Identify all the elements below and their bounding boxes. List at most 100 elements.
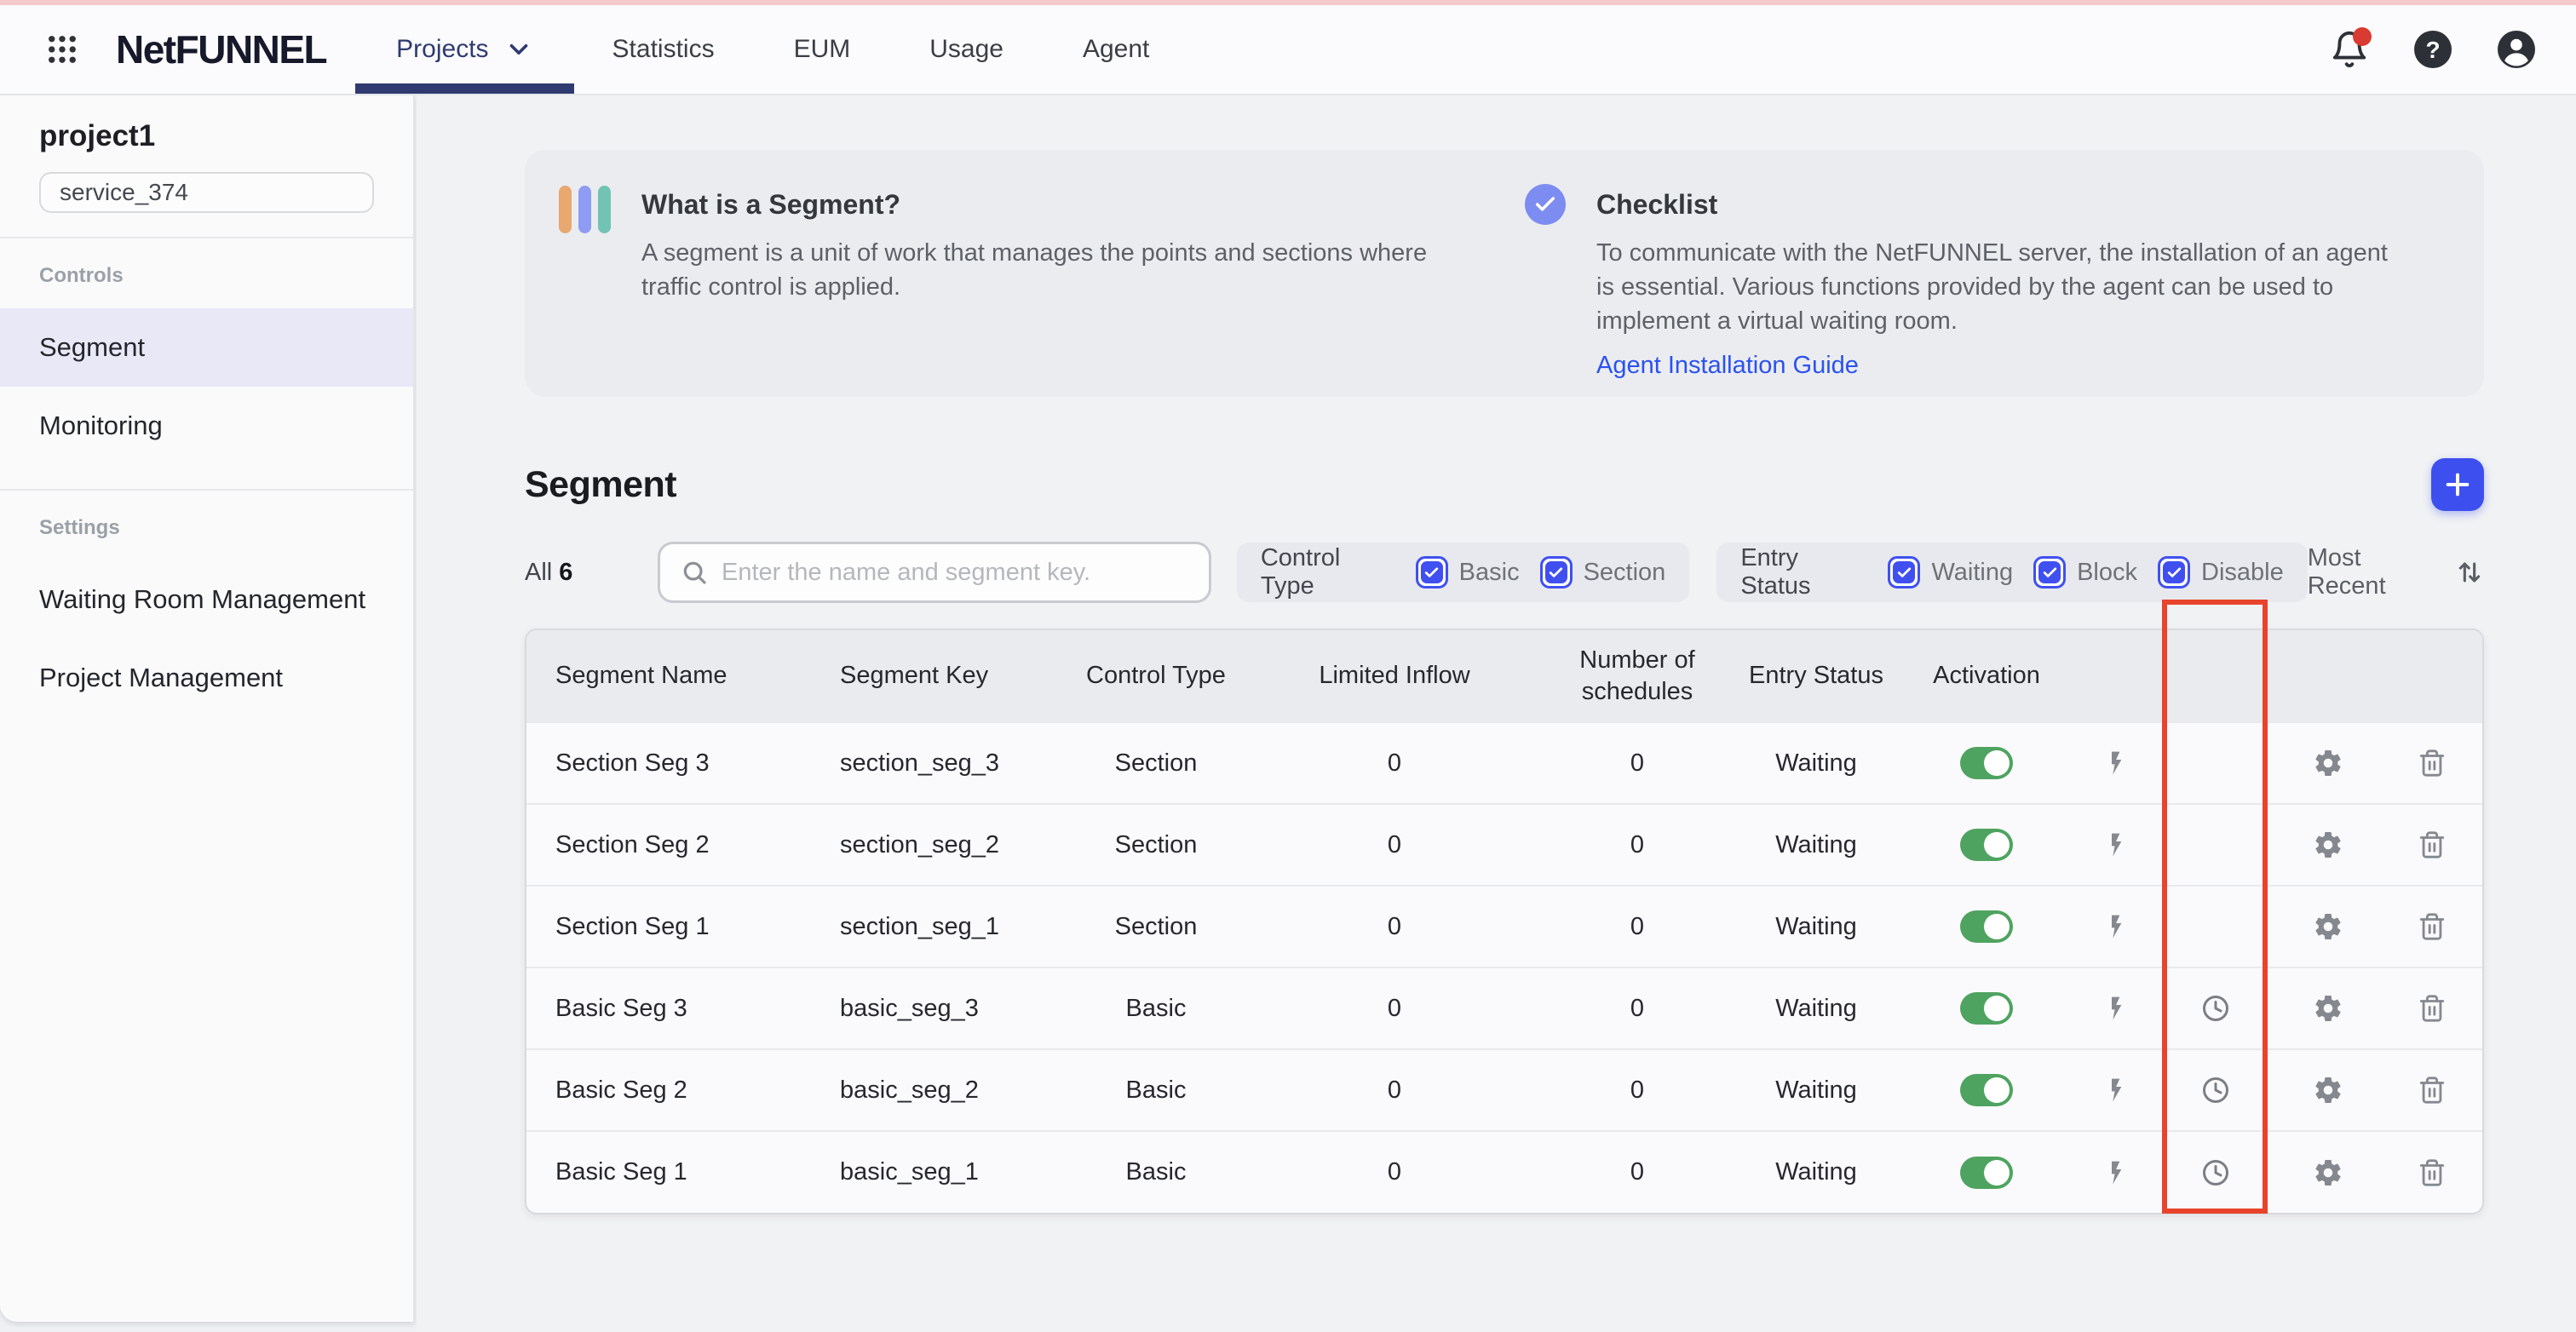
cell-segment-key: basic_seg_1 bbox=[811, 1131, 1058, 1213]
clock-icon[interactable] bbox=[2197, 990, 2234, 1027]
cell-entry-status: Waiting bbox=[1739, 886, 1893, 967]
cell-segment-name: Basic Seg 2 bbox=[526, 1049, 811, 1131]
flash-icon[interactable] bbox=[2098, 1071, 2136, 1109]
project-name: project1 bbox=[39, 119, 413, 153]
info-banner: What is a Segment? A segment is a unit o… bbox=[525, 150, 2484, 397]
cell-limited-inflow: 0 bbox=[1254, 1049, 1535, 1131]
flash-icon[interactable] bbox=[2098, 744, 2136, 782]
nav-item-projects[interactable]: Projects bbox=[355, 5, 573, 94]
add-segment-button[interactable] bbox=[2431, 458, 2484, 511]
cell-segment-key: section_seg_2 bbox=[811, 804, 1058, 886]
svg-text:?: ? bbox=[2425, 37, 2440, 63]
trash-icon[interactable] bbox=[2413, 1154, 2451, 1191]
sort-control[interactable]: Most Recent bbox=[2308, 544, 2484, 600]
trash-icon[interactable] bbox=[2413, 908, 2451, 945]
cell-limited-inflow: 0 bbox=[1254, 967, 1535, 1049]
trash-icon[interactable] bbox=[2413, 990, 2451, 1027]
sidebar-item-segment[interactable]: Segment bbox=[0, 308, 413, 387]
filter-checkbox-basic[interactable]: Basic bbox=[1416, 556, 1520, 588]
filter-checkbox-waiting[interactable]: Waiting bbox=[1888, 556, 2013, 588]
gear-icon[interactable] bbox=[2309, 826, 2347, 864]
sidebar-item-project-management[interactable]: Project Management bbox=[0, 639, 413, 717]
cell-segment-name: Section Seg 1 bbox=[526, 886, 811, 967]
table-row[interactable]: Basic Seg 3 basic_seg_3 Basic 0 0 Waitin… bbox=[526, 967, 2484, 1049]
service-selector[interactable]: service_374 bbox=[39, 172, 374, 213]
col-delete bbox=[2378, 630, 2484, 722]
profile-icon[interactable] bbox=[2496, 29, 2537, 70]
gear-icon[interactable] bbox=[2309, 1154, 2347, 1191]
search-icon bbox=[681, 559, 708, 586]
activation-toggle[interactable] bbox=[1960, 910, 2013, 943]
col-segment-name: Segment Name bbox=[526, 630, 811, 722]
sort-arrows-icon bbox=[2455, 558, 2484, 587]
table-header-row: Segment Name Segment Key Control Type Li… bbox=[526, 630, 2484, 722]
trash-icon[interactable] bbox=[2413, 1071, 2451, 1109]
nav-item-eum[interactable]: EUM bbox=[794, 5, 851, 94]
activation-toggle[interactable] bbox=[1960, 1157, 2013, 1189]
entry-status-filter: Entry Status Waiting Block bbox=[1716, 543, 2307, 602]
filter-bar: All 6 Control Type Basic bbox=[525, 542, 2484, 603]
search-input[interactable] bbox=[722, 559, 1192, 587]
checkbox-checked-icon bbox=[1416, 556, 1448, 588]
flash-icon[interactable] bbox=[2098, 1154, 2136, 1191]
activation-toggle[interactable] bbox=[1960, 1074, 2013, 1106]
cell-entry-status: Waiting bbox=[1739, 804, 1893, 886]
cell-entry-status: Waiting bbox=[1739, 1049, 1893, 1131]
flash-icon[interactable] bbox=[2098, 826, 2136, 864]
sidebar: project1 service_374 Controls Segment Mo… bbox=[0, 95, 415, 1322]
netfunnel-logo[interactable]: NetFUNNEL bbox=[116, 26, 326, 72]
filter-checkbox-block[interactable]: Block bbox=[2033, 556, 2137, 588]
page-title: Segment bbox=[525, 464, 676, 506]
segment-bars-icon bbox=[559, 186, 611, 233]
col-flash bbox=[2080, 630, 2153, 722]
col-entry-status: Entry Status bbox=[1739, 630, 1893, 722]
sidebar-item-monitoring[interactable]: Monitoring bbox=[0, 387, 413, 465]
checklist-description: To communicate with the NetFUNNEL server… bbox=[1596, 236, 2389, 338]
filter-checkbox-section[interactable]: Section bbox=[1540, 556, 1666, 588]
gear-icon[interactable] bbox=[2309, 744, 2347, 782]
col-activation: Activation bbox=[1893, 630, 2080, 722]
table-row[interactable]: Section Seg 2 section_seg_2 Section 0 0 … bbox=[526, 804, 2484, 886]
trash-icon[interactable] bbox=[2413, 744, 2451, 782]
activation-toggle[interactable] bbox=[1960, 747, 2013, 779]
nav-item-statistics[interactable]: Statistics bbox=[612, 5, 715, 94]
flash-icon[interactable] bbox=[2098, 908, 2136, 945]
notification-bell-icon[interactable] bbox=[2329, 29, 2370, 70]
filter-checkbox-disable[interactable]: Disable bbox=[2158, 556, 2284, 588]
cell-segment-name: Section Seg 2 bbox=[526, 804, 811, 886]
activation-toggle[interactable] bbox=[1960, 829, 2013, 861]
cell-entry-status: Waiting bbox=[1739, 722, 1893, 804]
gear-icon[interactable] bbox=[2309, 990, 2347, 1027]
table-row[interactable]: Section Seg 1 section_seg_1 Section 0 0 … bbox=[526, 886, 2484, 967]
gear-icon[interactable] bbox=[2309, 1071, 2347, 1109]
segment-table: Segment Name Segment Key Control Type Li… bbox=[525, 629, 2484, 1214]
table-row[interactable]: Section Seg 3 section_seg_3 Section 0 0 … bbox=[526, 722, 2484, 804]
segment-search bbox=[658, 542, 1211, 603]
segment-info-description: A segment is a unit of work that manages… bbox=[641, 236, 1434, 304]
notification-badge bbox=[2353, 27, 2372, 46]
activation-toggle[interactable] bbox=[1960, 992, 2013, 1025]
agent-installation-guide-link[interactable]: Agent Installation Guide bbox=[1596, 352, 1859, 380]
sidebar-item-waiting-room-management[interactable]: Waiting Room Management bbox=[0, 560, 413, 639]
nav-item-usage[interactable]: Usage bbox=[929, 5, 1003, 94]
help-icon[interactable]: ? bbox=[2412, 29, 2453, 70]
cell-schedules: 0 bbox=[1535, 886, 1739, 967]
clock-icon[interactable] bbox=[2197, 1071, 2234, 1109]
flash-icon[interactable] bbox=[2098, 990, 2136, 1027]
checkbox-checked-icon bbox=[2158, 556, 2190, 588]
gear-icon[interactable] bbox=[2309, 908, 2347, 945]
checkbox-checked-icon bbox=[1540, 556, 1573, 588]
cell-schedules: 0 bbox=[1535, 967, 1739, 1049]
cell-schedules: 0 bbox=[1535, 1131, 1739, 1213]
trash-icon[interactable] bbox=[2413, 826, 2451, 864]
checkbox-checked-icon bbox=[1888, 556, 1920, 588]
table-row[interactable]: Basic Seg 2 basic_seg_2 Basic 0 0 Waitin… bbox=[526, 1049, 2484, 1131]
clock-icon[interactable] bbox=[2197, 1154, 2234, 1191]
cell-segment-name: Basic Seg 3 bbox=[526, 967, 811, 1049]
cell-segment-name: Section Seg 3 bbox=[526, 722, 811, 804]
cell-control-type: Basic bbox=[1058, 1131, 1254, 1213]
nav-item-agent[interactable]: Agent bbox=[1083, 5, 1149, 94]
table-row[interactable]: Basic Seg 1 basic_seg_1 Basic 0 0 Waitin… bbox=[526, 1131, 2484, 1213]
top-navigation-bar: NetFUNNEL Projects Statistics EUM Usage … bbox=[0, 5, 2576, 95]
apps-grid-icon[interactable] bbox=[43, 30, 82, 69]
